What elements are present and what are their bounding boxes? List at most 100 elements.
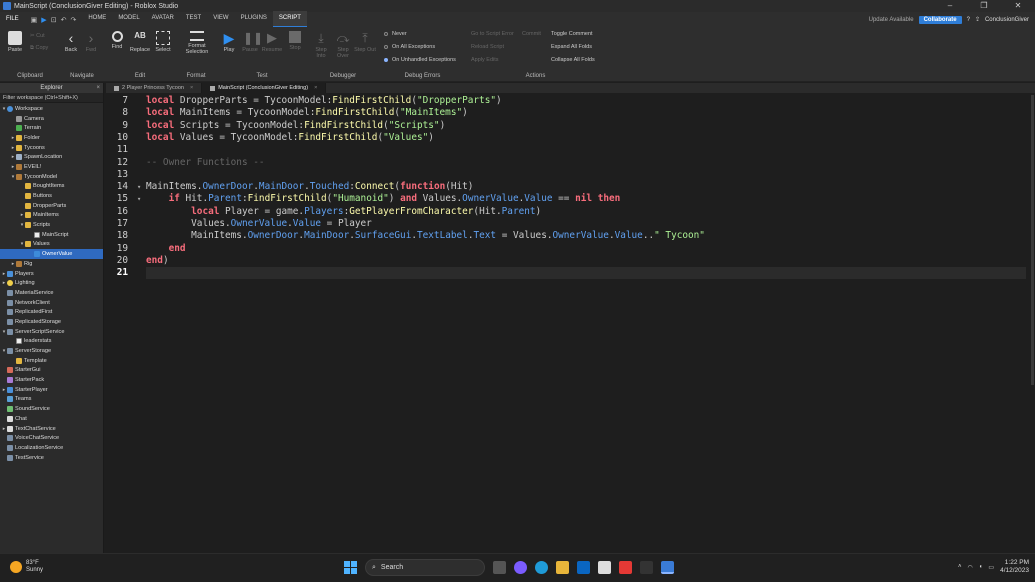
- close-button[interactable]: ✕: [1001, 0, 1035, 12]
- code-line[interactable]: end: [146, 243, 186, 255]
- video-call-icon[interactable]: [514, 561, 527, 574]
- menu-tab-model[interactable]: MODEL: [112, 11, 145, 28]
- explorer-item[interactable]: Terrain: [0, 123, 103, 133]
- explorer-item[interactable]: SoundService: [0, 404, 103, 414]
- help-icon[interactable]: ?: [967, 17, 970, 23]
- toggle-comment-button[interactable]: Toggle Comment: [551, 31, 593, 37]
- clock[interactable]: 1:22 PM 4/12/2023: [1000, 559, 1029, 575]
- apply-edits-button[interactable]: Apply Edits: [471, 57, 499, 63]
- explorer-item[interactable]: ▸ Lighting: [0, 278, 103, 288]
- explorer-item[interactable]: ▸ StarterPlayer: [0, 385, 103, 395]
- explorer-item[interactable]: leaderstats: [0, 337, 103, 347]
- close-tab-icon[interactable]: ×: [314, 83, 317, 93]
- step-out-button[interactable]: ⤒ Step Out: [354, 31, 376, 53]
- resume-button[interactable]: ▶ Resume: [261, 31, 283, 54]
- play-button[interactable]: ▶ Play: [218, 31, 240, 53]
- explorer-item[interactable]: StarterPack: [0, 375, 103, 385]
- explorer-item[interactable]: ReplicatedStorage: [0, 317, 103, 327]
- explorer-item[interactable]: ▾ Workspace: [0, 104, 103, 114]
- explorer-item[interactable]: ▾ Scripts: [0, 220, 103, 230]
- explorer-item[interactable]: ▸ Tycoons: [0, 143, 103, 153]
- select-button[interactable]: Select: [152, 31, 174, 53]
- collapse-all-folds-button[interactable]: Collapse All Folds: [551, 57, 595, 63]
- explorer-item[interactable]: ▸ EVEIL!: [0, 162, 103, 172]
- cut-button[interactable]: ✂ Cut: [30, 33, 45, 39]
- fwd-button[interactable]: › Fwd: [80, 31, 102, 53]
- explorer-item[interactable]: ▾ ServerScriptService: [0, 327, 103, 337]
- editor-tab[interactable]: 2 Player Princess Tycoon ×: [106, 83, 203, 93]
- explorer-item[interactable]: NetworkClient: [0, 298, 103, 308]
- explorer-item[interactable]: Chat: [0, 414, 103, 424]
- code-line[interactable]: local Values = TycoonModel:FindFirstChil…: [146, 132, 434, 144]
- explorer-item[interactable]: ▸ MainItems: [0, 211, 103, 221]
- explorer-item[interactable]: BoughtItems: [0, 182, 103, 192]
- code-line[interactable]: end): [146, 255, 169, 267]
- save-icon[interactable]: ▣: [31, 16, 38, 24]
- explorer-item[interactable]: LocalizationService: [0, 443, 103, 453]
- file-explorer-icon[interactable]: [556, 561, 569, 574]
- explorer-item[interactable]: ▸ SpawnLocation: [0, 152, 103, 162]
- fold-toggle-icon[interactable]: ▾: [137, 181, 141, 193]
- weather-widget[interactable]: 83°F Sunny: [10, 560, 43, 574]
- explorer-item[interactable]: ▾ Values: [0, 240, 103, 250]
- roblox-studio-taskbar-icon[interactable]: [661, 561, 674, 574]
- file-menu[interactable]: FILE: [0, 12, 25, 27]
- explorer-item[interactable]: TestService: [0, 453, 103, 463]
- code-area[interactable]: 7 8 9 10 11 12 13 14 ▾ 15 ▾ 16 17 18 19 20 21 local Drop…: [106, 95, 1035, 553]
- stop-button[interactable]: Stop: [284, 31, 306, 51]
- explorer-item[interactable]: ReplicatedFirst: [0, 307, 103, 317]
- explorer-item[interactable]: ▾ ServerStorage: [0, 346, 103, 356]
- dropbox-icon[interactable]: [577, 561, 590, 574]
- copy-button[interactable]: ⧉ Copy: [30, 45, 48, 52]
- redo-icon[interactable]: ↷: [70, 16, 76, 24]
- code-line[interactable]: local Player = game.Players:GetPlayerFro…: [146, 206, 541, 218]
- explorer-filter-input[interactable]: Filter workspace (Ctrl+Shift+X): [0, 93, 103, 103]
- taskbar-search[interactable]: ⌕ Search: [365, 559, 485, 576]
- code-line[interactable]: Values.OwnerValue.Value = Player: [146, 218, 372, 230]
- code-line[interactable]: local DropperParts = TycoonModel:FindFir…: [146, 95, 502, 107]
- explorer-item[interactable]: Camera: [0, 114, 103, 124]
- radio-unhandled-exceptions[interactable]: On Unhandled Exceptions: [384, 57, 456, 63]
- menu-tab-test[interactable]: TEST: [180, 11, 207, 28]
- step-into-button[interactable]: ⤓ Step Into: [310, 31, 332, 59]
- fold-toggle-icon[interactable]: ▾: [137, 193, 141, 205]
- explorer-item[interactable]: OwnerValue: [0, 249, 103, 259]
- pause-button[interactable]: ❚❚ Pause: [239, 31, 263, 53]
- explorer-item[interactable]: Teams: [0, 395, 103, 405]
- minimize-button[interactable]: –: [933, 0, 967, 12]
- editor-tab[interactable]: MainScript (ConclusionGiver Editing) ×: [202, 83, 327, 93]
- expand-all-folds-button[interactable]: Expand All Folds: [551, 44, 592, 50]
- explorer-item[interactable]: MaterialService: [0, 288, 103, 298]
- maximize-button[interactable]: ❐: [967, 0, 1001, 12]
- reload-script-button[interactable]: Reload Script: [471, 44, 504, 50]
- code-line[interactable]: [146, 267, 1026, 280]
- edge-browser-icon[interactable]: [535, 561, 548, 574]
- explorer-item[interactable]: ▾ TycoonModel: [0, 172, 103, 182]
- app-icon[interactable]: [619, 561, 632, 574]
- battery-icon[interactable]: ▭: [988, 564, 994, 571]
- code-line[interactable]: if Hit.Parent:FindFirstChild("Humanoid")…: [146, 193, 621, 205]
- menu-tab-plugins[interactable]: PLUGINS: [235, 11, 273, 28]
- paste-button[interactable]: Paste: [4, 31, 26, 53]
- code-line[interactable]: MainItems.OwnerDoor.MainDoor.Touched:Con…: [146, 181, 473, 193]
- format-selection-button[interactable]: Format Selection: [182, 31, 212, 55]
- step-over-button[interactable]: ⤼ Step Over: [332, 31, 354, 59]
- explorer-item[interactable]: DropperParts: [0, 201, 103, 211]
- vertical-scrollbar[interactable]: [1030, 95, 1035, 553]
- explorer-item[interactable]: MainScript: [0, 230, 103, 240]
- wifi-icon[interactable]: ◠: [968, 564, 973, 571]
- radio-never[interactable]: Never: [384, 31, 407, 37]
- scrollbar-thumb[interactable]: [1031, 95, 1034, 385]
- back-button[interactable]: ‹ Back: [60, 31, 82, 53]
- code-line[interactable]: -- Owner Functions --: [146, 157, 265, 169]
- amazon-icon[interactable]: [598, 561, 611, 574]
- task-view-icon[interactable]: [493, 561, 506, 574]
- user-name[interactable]: ConclusionGiver: [985, 17, 1029, 23]
- close-icon[interactable]: ×: [96, 83, 100, 93]
- code-line[interactable]: local MainItems = TycoonModel:FindFirstC…: [146, 107, 468, 119]
- windows-start-icon[interactable]: [344, 561, 357, 574]
- menu-tab-script[interactable]: SCRIPT: [272, 11, 307, 28]
- explorer-item[interactable]: ▸ Rig: [0, 259, 103, 269]
- undo-icon[interactable]: ↶: [61, 16, 67, 24]
- radio-all-exceptions[interactable]: On All Exceptions: [384, 44, 435, 50]
